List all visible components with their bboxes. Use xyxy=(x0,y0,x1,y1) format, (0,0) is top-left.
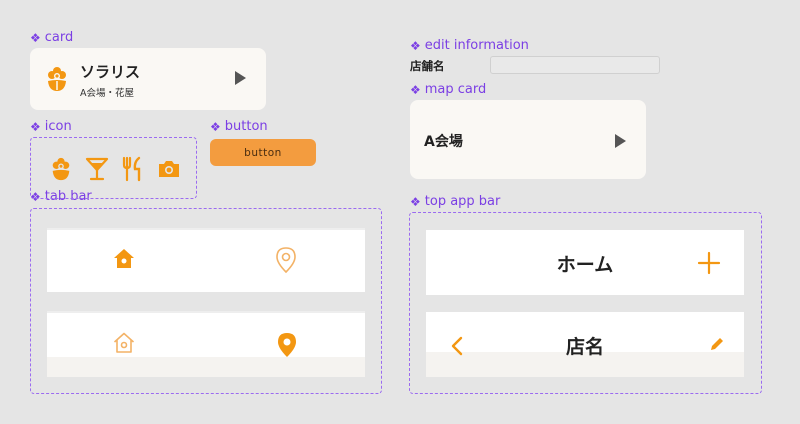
safe-area xyxy=(47,357,365,377)
plus-icon[interactable] xyxy=(697,251,721,279)
section-label-text: card xyxy=(44,30,74,45)
flower-icon xyxy=(44,65,70,97)
section-label-text: edit information xyxy=(424,38,529,53)
home-icon[interactable] xyxy=(112,331,136,359)
component-icon: ❖ xyxy=(410,82,421,97)
section-label-text: top app bar xyxy=(424,194,501,209)
fork-knife-icon xyxy=(121,156,145,182)
component-icon: ❖ xyxy=(30,30,41,45)
section-label-icon: ❖ icon xyxy=(30,119,72,134)
component-icon: ❖ xyxy=(30,119,41,134)
tab-bar-home-selected xyxy=(47,228,365,292)
location-pin-icon[interactable] xyxy=(276,331,298,363)
divider xyxy=(47,228,365,230)
play-icon[interactable] xyxy=(233,70,247,90)
section-label-text: map card xyxy=(424,82,487,97)
component-icon: ❖ xyxy=(410,194,421,209)
primary-button[interactable]: button xyxy=(210,139,316,166)
play-icon[interactable] xyxy=(613,133,627,153)
card-title: ソラリス xyxy=(80,63,141,81)
map-card-title: A会場 xyxy=(424,134,463,150)
cocktail-icon xyxy=(85,156,109,181)
component-icon: ❖ xyxy=(210,119,221,134)
map-card[interactable]: A会場 xyxy=(410,100,646,179)
shop-name-label: 店舗名 xyxy=(410,59,445,73)
top-app-bar-home: ホーム xyxy=(426,230,744,295)
card-subtitle: A会場・花屋 xyxy=(80,88,134,99)
app-bar-title: 店名 xyxy=(565,336,604,358)
section-label-top-app-bar: ❖ top app bar xyxy=(410,194,500,209)
component-icon: ❖ xyxy=(410,38,421,53)
flower-icon xyxy=(49,156,73,181)
home-icon[interactable] xyxy=(112,247,136,275)
shop-name-input[interactable] xyxy=(490,56,660,74)
section-label-text: icon xyxy=(44,119,72,134)
section-label-map-card: ❖ map card xyxy=(410,82,486,97)
top-app-bar-shop: 店名 xyxy=(426,312,744,377)
section-label-card: ❖ card xyxy=(30,30,73,45)
icon-row xyxy=(49,156,181,182)
tab-bar-map-selected xyxy=(47,311,365,377)
section-label-text: button xyxy=(224,119,268,134)
pencil-icon[interactable] xyxy=(709,336,725,356)
section-label-edit-information: ❖ edit information xyxy=(410,38,529,53)
location-pin-icon[interactable] xyxy=(275,246,297,278)
section-label-button: ❖ button xyxy=(210,119,268,134)
camera-icon xyxy=(157,156,181,180)
divider xyxy=(47,311,365,313)
shop-card[interactable]: ソラリス A会場・花屋 xyxy=(30,48,266,110)
